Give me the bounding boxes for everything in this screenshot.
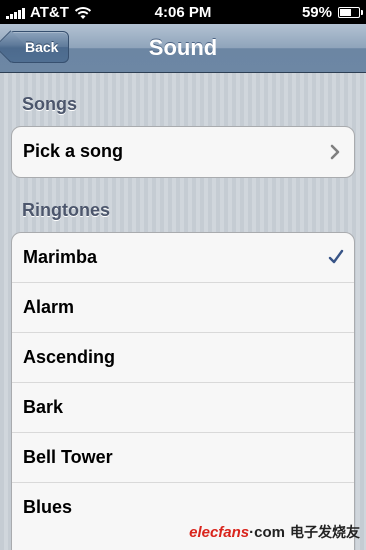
ringtone-item-bell-tower[interactable]: Bell Tower	[12, 433, 354, 483]
battery-icon	[338, 7, 363, 18]
ringtone-item-alarm[interactable]: Alarm	[12, 283, 354, 333]
section-header-songs: Songs	[22, 94, 78, 114]
cell-label: Pick a song	[23, 141, 124, 161]
watermark-chinese: 电子发烧友	[290, 524, 360, 540]
ringtone-label: Marimba	[23, 247, 98, 267]
songs-group: Pick a song	[11, 126, 355, 178]
ringtone-label: Ascending	[23, 347, 116, 367]
watermark-brand-text: elecfans	[189, 523, 250, 541]
page-title: Sound	[148, 35, 218, 60]
battery-fill	[340, 9, 351, 16]
ringtone-item-ascending[interactable]: Ascending	[12, 333, 354, 383]
watermark: elecfans·com 电子发烧友	[189, 522, 360, 542]
chevron-right-icon	[330, 144, 340, 160]
ringtone-label: Alarm	[23, 297, 75, 317]
checkmark-icon	[328, 249, 344, 264]
navigation-bar: Back Sound	[0, 24, 366, 73]
watermark-dotcom: ·com	[249, 523, 285, 541]
status-bar: AT&T 4:06 PM 59%	[0, 0, 366, 24]
status-right: 59%	[301, 4, 363, 21]
section-header-ringtones: Ringtones	[22, 200, 110, 220]
ringtone-label: Bark	[23, 397, 64, 417]
ringtone-label: Blues	[23, 497, 73, 517]
watermark-brand: elecfans·com	[189, 524, 285, 541]
ringtone-label: Bell Tower	[23, 447, 113, 467]
ringtones-group: Marimba Alarm Ascending Bark Bell Tower …	[11, 232, 355, 550]
battery-percent: 59%	[301, 4, 332, 21]
pick-a-song-cell[interactable]: Pick a song	[12, 127, 354, 177]
ringtone-item-marimba[interactable]: Marimba	[12, 233, 354, 283]
ringtone-item-bark[interactable]: Bark	[12, 383, 354, 433]
